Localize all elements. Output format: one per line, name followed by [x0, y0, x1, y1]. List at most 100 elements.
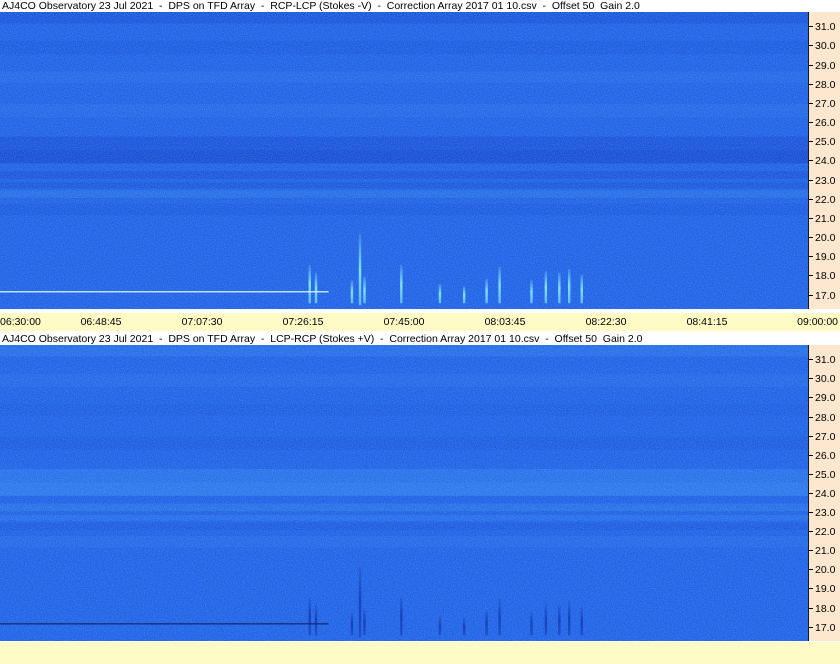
- frequency-tick-mark: [809, 359, 813, 361]
- frequency-tick-mark: [809, 83, 813, 85]
- noise-texture: [0, 345, 808, 641]
- frequency-tick-mark: [809, 141, 813, 143]
- frequency-tick-mark: [809, 217, 813, 219]
- frequency-tick-label: 17.0: [815, 289, 836, 302]
- time-tick-label: 08:03:45: [484, 316, 526, 328]
- frequency-tick-mark: [809, 588, 813, 590]
- radio-burst: [308, 597, 311, 636]
- frequency-tick-mark: [809, 275, 813, 277]
- frequency-tick-mark: [809, 512, 813, 514]
- radio-burst: [485, 278, 488, 304]
- time-tick-label: 07:45:00: [383, 316, 425, 328]
- frequency-tick-label: 18.0: [815, 602, 836, 615]
- radio-burst: [363, 276, 366, 304]
- radio-burst: [580, 606, 583, 636]
- frequency-tick-mark: [809, 531, 813, 533]
- frequency-tick-label: 26.0: [815, 449, 836, 462]
- radio-burst: [462, 286, 466, 304]
- frequency-tick-mark: [809, 198, 813, 200]
- frequency-tick-mark: [809, 435, 813, 437]
- radio-burst: [485, 610, 488, 636]
- frequency-tick-mark: [809, 607, 813, 609]
- frequency-tick-mark: [809, 416, 813, 418]
- frequency-tick-mark: [809, 45, 813, 47]
- injection-line: [0, 623, 329, 625]
- radio-burst: [363, 608, 366, 636]
- radio-burst: [350, 280, 354, 304]
- radio-burst: [580, 274, 583, 304]
- radio-burst: [314, 272, 318, 304]
- time-tick-label: 06:48:45: [80, 316, 122, 328]
- injection-line: [0, 291, 329, 293]
- top-spectrogram-plot: [0, 12, 808, 309]
- frequency-tick-label: 27.0: [815, 430, 836, 443]
- frequency-tick-mark: [809, 626, 813, 628]
- frequency-tick-mark: [809, 397, 813, 399]
- radio-burst: [498, 266, 501, 304]
- radio-burst: [400, 597, 403, 636]
- radio-burst: [530, 612, 533, 636]
- bottom-spectrogram-plot: [0, 345, 808, 641]
- frequency-tick-label: 19.0: [815, 251, 836, 264]
- frequency-tick-label: 23.0: [815, 174, 836, 187]
- bottom-spectrogram-svg: [0, 345, 808, 641]
- frequency-tick-mark: [809, 237, 813, 239]
- time-tick-label: 09:00:00: [797, 316, 838, 328]
- frequency-tick-label: 28.0: [815, 78, 836, 91]
- frequency-tick-mark: [809, 102, 813, 104]
- radio-burst: [358, 566, 362, 638]
- frequency-tick-label: 22.0: [815, 526, 836, 539]
- radio-burst: [558, 272, 561, 304]
- frequency-tick-mark: [809, 179, 813, 181]
- radio-burst: [308, 264, 311, 304]
- time-tick-label: 06:30:00: [0, 316, 41, 328]
- radio-burst: [544, 270, 548, 304]
- frequency-tick-label: 29.0: [815, 392, 836, 405]
- top-spectrogram-title: AJ4CO Observatory 23 Jul 2021 - DPS on T…: [2, 0, 640, 12]
- frequency-tick-label: 29.0: [815, 59, 836, 72]
- bottom-frequency-axis: 31.0 30.0 29.0 28.0 27.0 26.0 25.0 24.0 23.0 22.0…: [808, 345, 840, 641]
- frequency-tick-label: 17.0: [815, 621, 836, 634]
- radio-burst: [438, 616, 442, 636]
- frequency-tick-label: 21.0: [815, 212, 836, 225]
- radio-burst: [498, 598, 501, 636]
- frequency-tick-mark: [809, 454, 813, 456]
- time-tick-label: 08:41:15: [686, 316, 728, 328]
- frequency-tick-label: 20.0: [815, 564, 836, 577]
- frequency-tick-mark: [809, 569, 813, 571]
- radio-burst: [358, 234, 362, 306]
- frequency-tick-label: 19.0: [815, 583, 836, 596]
- top-frequency-axis: 31.0 30.0 29.0 28.0 27.0 26.0 25.0 24.0 23.0 22.0…: [808, 12, 840, 309]
- radio-burst: [567, 268, 571, 304]
- radio-burst: [438, 284, 442, 304]
- frequency-tick-mark: [809, 122, 813, 124]
- frequency-tick-label: 28.0: [815, 411, 836, 424]
- radio-burst: [544, 602, 548, 636]
- radio-burst: [314, 604, 318, 636]
- frequency-tick-mark: [809, 160, 813, 162]
- radio-burst: [530, 280, 533, 304]
- frequency-tick-label: 30.0: [815, 40, 836, 53]
- frequency-tick-mark: [809, 256, 813, 258]
- frequency-tick-label: 18.0: [815, 270, 836, 283]
- frequency-tick-label: 25.0: [815, 136, 836, 149]
- frequency-tick-label: 25.0: [815, 468, 836, 481]
- frequency-tick-mark: [809, 26, 813, 28]
- radio-burst: [350, 612, 354, 636]
- frequency-tick-label: 31.0: [815, 21, 836, 34]
- bottom-spectrogram-title: AJ4CO Observatory 23 Jul 2021 - DPS on T…: [2, 333, 643, 345]
- radio-burst: [462, 618, 466, 636]
- frequency-tick-mark: [809, 378, 813, 380]
- frequency-tick-label: 23.0: [815, 507, 836, 520]
- frequency-tick-mark: [809, 492, 813, 494]
- radio-burst: [400, 264, 403, 304]
- frequency-tick-label: 22.0: [815, 193, 836, 206]
- frequency-tick-label: 24.0: [815, 487, 836, 500]
- time-tick-label: 07:26:15: [282, 316, 324, 328]
- radio-burst: [558, 604, 561, 636]
- top-spectrogram-svg: [0, 12, 808, 309]
- frequency-tick-label: 27.0: [815, 97, 836, 110]
- frequency-tick-mark: [809, 294, 813, 296]
- frequency-tick-label: 20.0: [815, 232, 836, 245]
- frequency-tick-label: 21.0: [815, 545, 836, 558]
